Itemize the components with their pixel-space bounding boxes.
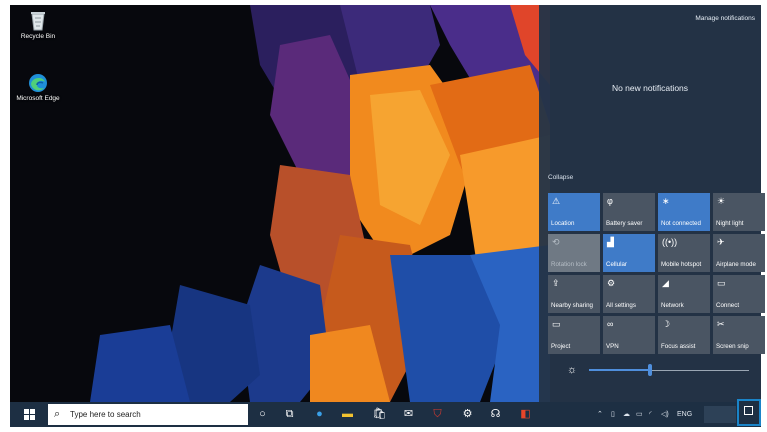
network-icon: ◢ xyxy=(662,278,669,288)
manage-notifications-link[interactable]: Manage notifications xyxy=(695,15,755,22)
settings-taskbar-icon[interactable]: ⚙ xyxy=(460,407,475,422)
quick-action-label: All settings xyxy=(606,302,636,309)
quick-action-label: Night light xyxy=(716,220,744,227)
taskbar-search-box[interactable]: ⌕ Type here to search xyxy=(48,404,248,425)
clock[interactable] xyxy=(704,406,736,423)
quick-action-nearby-sharing[interactable]: ⇪ Nearby sharing xyxy=(548,275,600,313)
quick-action-label: Nearby sharing xyxy=(551,302,593,309)
quick-action-network[interactable]: ◢ Network xyxy=(658,275,710,313)
store-icon[interactable]: 🛍 xyxy=(372,407,387,422)
taskbar: ⌕ Type here to search ○ ⧉ ● ▬ 🛍 ✉ ⛉ ⚙ ☊ … xyxy=(10,402,761,427)
brightness-slider-thumb[interactable] xyxy=(647,364,652,376)
quick-action-label: Battery saver xyxy=(606,220,643,227)
mcafee-icon[interactable]: ⛉ xyxy=(430,407,445,422)
quick-action-bluetooth[interactable]: ∗ Not connected xyxy=(658,193,710,231)
edge-taskbar-icon[interactable]: ● xyxy=(312,407,327,422)
action-center-button[interactable] xyxy=(737,399,761,426)
location-icon: ⚠ xyxy=(552,196,561,206)
quick-action-label: Airplane mode xyxy=(716,261,756,268)
quick-action-label: VPN xyxy=(606,343,619,350)
storage-icon[interactable]: ▭ xyxy=(636,411,643,419)
quick-action-rotation-lock[interactable]: ⟲ Rotation lock xyxy=(548,234,600,272)
battery-saver-icon: φ xyxy=(607,196,613,206)
quick-action-project[interactable]: ▭ Project xyxy=(548,316,600,354)
language-indicator[interactable]: ENG xyxy=(677,411,692,419)
desktop-icon-label: Microsoft Edge xyxy=(16,95,60,102)
quick-action-label: Connect xyxy=(716,302,740,309)
brightness-icon: ☼ xyxy=(567,364,578,376)
night-light-icon: ☀ xyxy=(717,196,726,206)
desktop-icon-edge[interactable]: Microsoft Edge xyxy=(15,73,61,103)
show-hidden-icons-chevron[interactable]: ⌃ xyxy=(597,411,603,419)
recycle-bin-icon xyxy=(31,12,45,31)
quick-action-label: Project xyxy=(551,343,571,350)
search-icon: ⌕ xyxy=(54,408,61,420)
quick-action-screen-snip[interactable]: ✂ Screen snip xyxy=(713,316,765,354)
quick-action-night-light[interactable]: ☀ Night light xyxy=(713,193,765,231)
quick-actions-grid: ⚠ Location φ Battery saver ∗ Not connected … xyxy=(548,193,765,354)
quick-action-focus-assist[interactable]: ☽ Focus assist xyxy=(658,316,710,354)
settings-icon: ⚙ xyxy=(607,278,616,288)
action-center: Manage notifications No new notification… xyxy=(539,5,765,402)
nearby-sharing-icon: ⇪ xyxy=(552,278,560,288)
file-explorer-icon[interactable]: ▬ xyxy=(340,407,355,422)
quick-action-airplane-mode[interactable]: ✈ Airplane mode xyxy=(713,234,765,272)
battery-tray-icon[interactable]: ▯ xyxy=(611,411,615,419)
wifi-tray-icon[interactable]: ◜ xyxy=(649,411,652,419)
edge-icon xyxy=(29,74,47,92)
notification-icon xyxy=(744,406,753,415)
headset-icon[interactable]: ☊ xyxy=(488,407,503,422)
mail-icon[interactable]: ✉ xyxy=(401,407,416,422)
quick-action-label: Focus assist xyxy=(661,343,696,350)
bluetooth-icon: ∗ xyxy=(662,196,670,206)
quick-action-mobile-hotspot[interactable]: ((•)) Mobile hotspot xyxy=(658,234,710,272)
mobile-hotspot-icon: ((•)) xyxy=(662,237,678,247)
quick-action-cellular[interactable]: ▟ Cellular xyxy=(603,234,655,272)
desktop-icon-recycle-bin[interactable]: Recycle Bin xyxy=(15,9,61,41)
task-view-icon[interactable]: ⧉ xyxy=(282,407,297,422)
airplane-mode-icon: ✈ xyxy=(717,237,725,247)
office-icon[interactable]: ◧ xyxy=(518,407,533,422)
connect-icon: ▭ xyxy=(717,278,726,288)
quick-action-all-settings[interactable]: ⚙ All settings xyxy=(603,275,655,313)
quick-action-label: Screen snip xyxy=(716,343,749,350)
vpn-icon: ∞ xyxy=(607,319,614,329)
cortana-icon[interactable]: ○ xyxy=(255,407,270,422)
collapse-link[interactable]: Collapse xyxy=(548,174,573,181)
quick-action-label: Location xyxy=(551,220,575,227)
quick-action-label: Mobile hotspot xyxy=(661,261,702,268)
no-notifications-text: No new notifications xyxy=(611,83,689,93)
search-placeholder: Type here to search xyxy=(70,410,141,419)
quick-action-label: Cellular xyxy=(606,261,627,268)
quick-action-label: Network xyxy=(661,302,684,309)
windows-start-icon[interactable] xyxy=(24,409,35,420)
quick-action-label: Not connected xyxy=(661,220,701,227)
onedrive-icon[interactable]: ☁ xyxy=(623,411,630,419)
rotation-lock-icon: ⟲ xyxy=(552,237,560,247)
quick-action-location[interactable]: ⚠ Location xyxy=(548,193,600,231)
volume-icon[interactable]: ◁) xyxy=(661,411,669,419)
project-icon: ▭ xyxy=(552,319,561,329)
desktop-icon-label: Recycle Bin xyxy=(20,33,56,40)
quick-action-connect[interactable]: ▭ Connect xyxy=(713,275,765,313)
focus-assist-icon: ☽ xyxy=(662,319,671,329)
quick-action-vpn[interactable]: ∞ VPN xyxy=(603,316,655,354)
brightness-fill xyxy=(589,369,650,371)
cellular-icon: ▟ xyxy=(607,237,614,247)
screen-snip-icon: ✂ xyxy=(717,319,725,329)
quick-action-battery-saver[interactable]: φ Battery saver xyxy=(603,193,655,231)
brightness-control: ☼ xyxy=(567,363,753,377)
quick-action-label: Rotation lock xyxy=(551,261,587,268)
